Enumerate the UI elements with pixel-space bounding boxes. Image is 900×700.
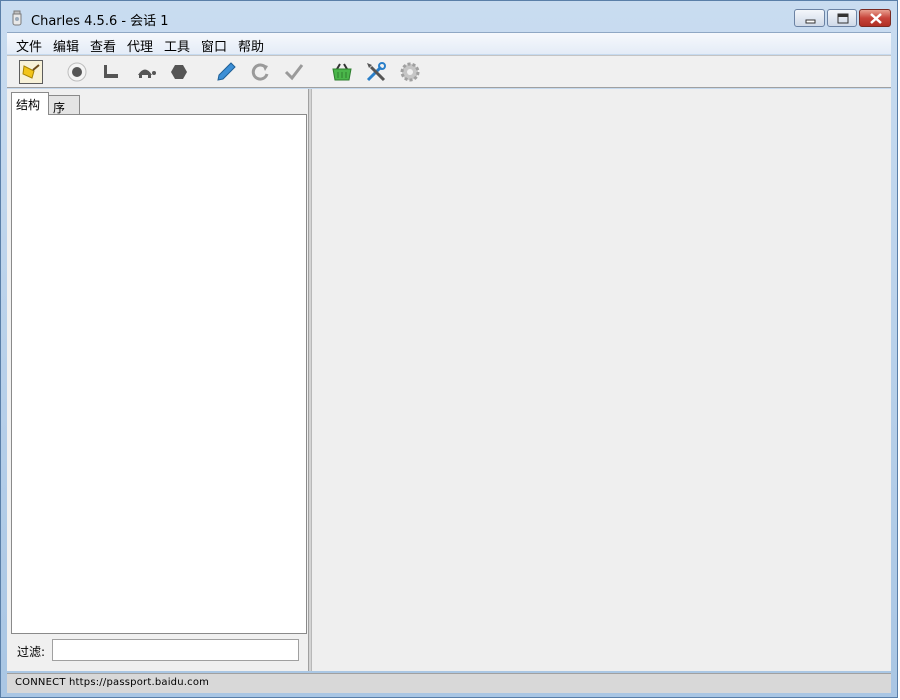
- throttling-button[interactable]: [133, 60, 157, 84]
- compose-button[interactable]: [214, 60, 238, 84]
- breakpoints-button[interactable]: [99, 60, 123, 84]
- menu-help[interactable]: 帮助: [238, 36, 264, 55]
- refresh-icon: [251, 63, 269, 81]
- status-bar: CONNECT https://passport.baidu.com: [7, 673, 891, 693]
- charles-jug-icon: [12, 10, 22, 26]
- toolbar: [7, 55, 891, 88]
- tools-icon: [366, 62, 386, 82]
- status-text: CONNECT https://passport.baidu.com: [15, 677, 210, 688]
- tab-structure[interactable]: 结构: [11, 92, 49, 115]
- menu-view[interactable]: 查看: [90, 36, 116, 55]
- title-bar[interactable]: Charles 4.5.6 - 会话 1: [1, 1, 897, 33]
- menu-proxy[interactable]: 代理: [127, 36, 153, 55]
- menu-edit[interactable]: 编辑: [53, 36, 79, 55]
- filter-input[interactable]: [52, 639, 299, 661]
- basket-icon: [332, 63, 352, 81]
- settings-button[interactable]: [398, 60, 422, 84]
- menu-tools[interactable]: 工具: [164, 36, 190, 55]
- menu-bar: 文件 编辑 查看 代理 工具 窗口 帮助: [7, 32, 891, 55]
- checkmark-icon: [284, 64, 304, 81]
- clear-session-button[interactable]: [19, 60, 43, 84]
- menu-window[interactable]: 窗口: [201, 36, 227, 55]
- stop-hexagon-icon: [171, 65, 187, 79]
- repeat-button[interactable]: [248, 60, 272, 84]
- maximize-button[interactable]: [827, 9, 857, 27]
- record-icon: [67, 62, 87, 82]
- breakpoint-icon: [104, 65, 118, 78]
- structure-tree[interactable]: [11, 114, 307, 634]
- maximize-icon: [837, 13, 849, 24]
- gear-icon: [400, 62, 420, 82]
- charles-window: Charles 4.5.6 - 会话 1 文件 编辑 查看 代理 工具 窗口 帮…: [0, 0, 898, 698]
- turtle-icon: [138, 69, 156, 78]
- detail-panel: [311, 89, 891, 671]
- record-button[interactable]: [65, 60, 89, 84]
- stop-button[interactable]: [167, 60, 191, 84]
- minimize-icon: [805, 19, 816, 24]
- tab-sequence[interactable]: 序列: [48, 95, 80, 132]
- broom-icon: [22, 64, 40, 79]
- filter-label: 过滤:: [17, 645, 46, 659]
- menu-file[interactable]: 文件: [16, 36, 42, 55]
- pen-icon: [217, 62, 236, 81]
- session-tree-panel: 结构 序列 过滤:: [7, 89, 309, 671]
- minimize-button[interactable]: [794, 9, 825, 27]
- validate-button[interactable]: [282, 60, 306, 84]
- main-area: 结构 序列 过滤:: [7, 89, 891, 671]
- tools-button[interactable]: [364, 60, 388, 84]
- window-title: Charles 4.5.6 - 会话 1: [31, 14, 169, 29]
- close-icon: [870, 13, 882, 24]
- close-button[interactable]: [859, 9, 891, 27]
- basket-button[interactable]: [330, 60, 354, 84]
